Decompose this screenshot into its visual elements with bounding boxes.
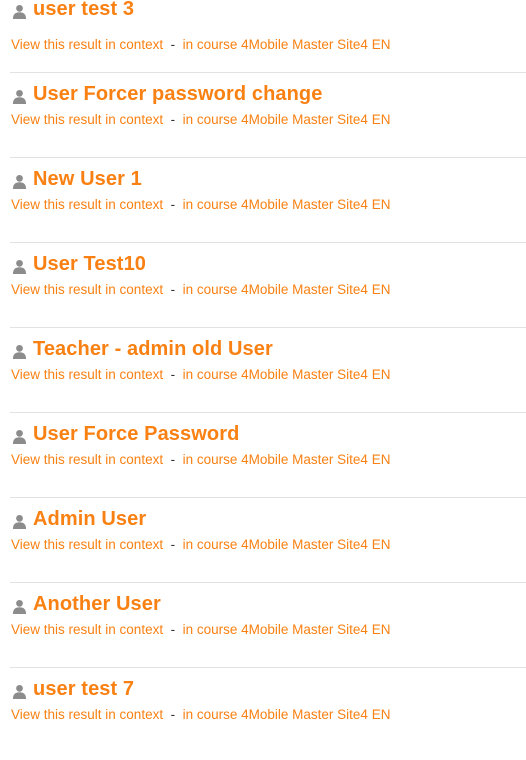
result-title-row: Another User [12,588,161,620]
course-link[interactable]: in course 4Mobile Master Site4 EN [183,707,391,722]
user-icon [12,514,27,529]
result-title-link[interactable]: Teacher - admin old User [33,333,273,365]
result-title-row: User Force Password [12,418,239,450]
result-title-link[interactable]: user test 3 [33,0,134,25]
result-meta: View this result in context - in course … [11,536,390,554]
result-title-link[interactable]: New User 1 [33,163,142,195]
result-meta: View this result in context - in course … [11,281,390,299]
result-title-link[interactable]: Another User [33,588,161,620]
meta-separator: - [166,367,179,382]
course-link[interactable]: in course 4Mobile Master Site4 EN [183,37,391,52]
user-icon [12,684,27,699]
view-in-context-link[interactable]: View this result in context [11,197,163,212]
user-icon [12,344,27,359]
view-in-context-link[interactable]: View this result in context [11,367,163,382]
result-meta: View this result in context - in course … [11,36,390,54]
result-title-row: New User 1 [12,163,142,195]
meta-separator: - [166,622,179,637]
meta-separator: - [166,537,179,552]
meta-separator: - [166,452,179,467]
result-title-link[interactable]: User Force Password [33,418,239,450]
view-in-context-link[interactable]: View this result in context [11,537,163,552]
user-icon [12,4,27,19]
result-meta: View this result in context - in course … [11,111,390,129]
search-result: Teacher - admin old User View this resul… [10,328,526,413]
user-icon [12,174,27,189]
user-icon [12,599,27,614]
view-in-context-link[interactable]: View this result in context [11,112,163,127]
meta-separator: - [166,282,179,297]
meta-separator: - [166,707,179,722]
search-result: Another User View this result in context… [10,583,526,668]
result-title-row: Admin User [12,503,146,535]
result-title-row: user test 7 [12,673,134,705]
course-link[interactable]: in course 4Mobile Master Site4 EN [183,622,391,637]
result-title-row: User Forcer password change [12,78,322,110]
view-in-context-link[interactable]: View this result in context [11,452,163,467]
result-meta: View this result in context - in course … [11,706,390,724]
course-link[interactable]: in course 4Mobile Master Site4 EN [183,197,391,212]
result-meta: View this result in context - in course … [11,621,390,639]
course-link[interactable]: in course 4Mobile Master Site4 EN [183,452,391,467]
meta-separator: - [166,112,179,127]
course-link[interactable]: in course 4Mobile Master Site4 EN [183,367,391,382]
meta-separator: - [166,197,179,212]
search-result: User Force Password View this result in … [10,413,526,498]
view-in-context-link[interactable]: View this result in context [11,622,163,637]
search-result: Admin User View this result in context -… [10,498,526,583]
result-title-row: User Test10 [12,248,146,280]
course-link[interactable]: in course 4Mobile Master Site4 EN [183,112,391,127]
result-meta: View this result in context - in course … [11,196,390,214]
result-meta: View this result in context - in course … [11,451,390,469]
search-result: User Forcer password change View this re… [10,73,526,158]
user-icon [12,429,27,444]
course-link[interactable]: in course 4Mobile Master Site4 EN [183,537,391,552]
search-result: New User 1 View this result in context -… [10,158,526,243]
user-icon [12,259,27,274]
meta-separator: - [166,37,179,52]
result-title-link[interactable]: user test 7 [33,673,134,705]
search-results-list: user test 3 View this result in context … [10,0,526,753]
result-title-row: Teacher - admin old User [12,333,273,365]
course-link[interactable]: in course 4Mobile Master Site4 EN [183,282,391,297]
search-result: User Test10 View this result in context … [10,243,526,328]
result-meta: View this result in context - in course … [11,366,390,384]
view-in-context-link[interactable]: View this result in context [11,282,163,297]
result-title-row: user test 3 [12,0,134,25]
search-result: user test 3 View this result in context … [10,0,526,73]
result-title-link[interactable]: User Test10 [33,248,146,280]
result-title-link[interactable]: Admin User [33,503,146,535]
result-title-link[interactable]: User Forcer password change [33,78,322,110]
search-result: user test 7 View this result in context … [10,668,526,753]
view-in-context-link[interactable]: View this result in context [11,707,163,722]
user-icon [12,89,27,104]
view-in-context-link[interactable]: View this result in context [11,37,163,52]
